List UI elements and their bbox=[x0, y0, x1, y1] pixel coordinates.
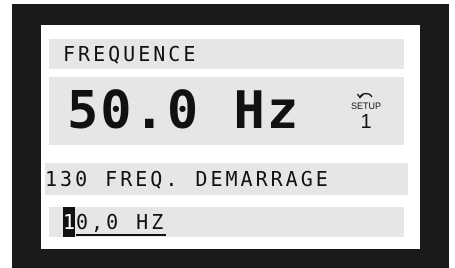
setup-rotate-icon bbox=[356, 92, 373, 99]
lcd-screen: FREQUENCE 50.0 Hz SETUP 1 130 FREQ. DEMA… bbox=[41, 25, 420, 249]
edit-cursor[interactable]: 1 bbox=[63, 207, 75, 237]
setup-label: SETUP bbox=[350, 101, 381, 111]
parameter-line: 130 FREQ. DEMARRAGE bbox=[45, 163, 408, 195]
setup-number: 1 bbox=[360, 111, 372, 133]
setup-indicator: SETUP 1 bbox=[346, 85, 386, 139]
main-readout: 50.0 Hz SETUP 1 bbox=[49, 77, 404, 145]
display-title: FREQUENCE bbox=[49, 39, 404, 69]
edit-value[interactable]: 0,0 HZ bbox=[76, 210, 167, 236]
frequency-value: 50.0 Hz bbox=[67, 81, 301, 141]
edit-line[interactable]: 10,0 HZ bbox=[49, 207, 404, 237]
